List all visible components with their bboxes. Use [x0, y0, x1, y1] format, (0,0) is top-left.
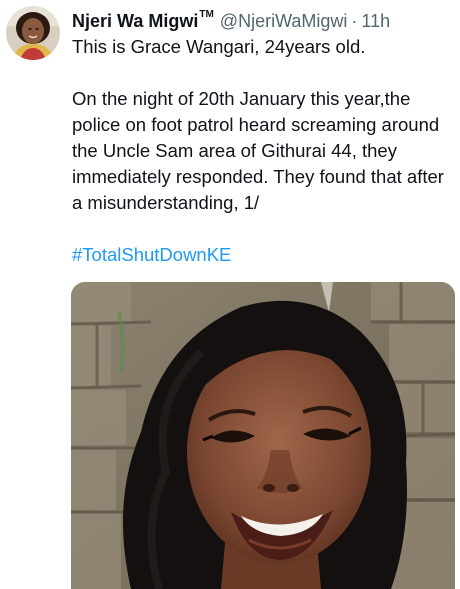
tweet-text-line1: This is Grace Wangari, 24years old.: [72, 36, 366, 57]
tweet-header: Njeri Wa MigwiTM @NjeriWaMigwi · 11h: [72, 8, 452, 34]
author-display-name[interactable]: Njeri Wa MigwiTM: [72, 8, 214, 34]
tweet-text: This is Grace Wangari, 24years old. On t…: [72, 34, 452, 268]
separator-dot: ·: [351, 11, 358, 31]
trademark-badge: TM: [199, 9, 214, 20]
avatar-photo: [6, 6, 60, 60]
hashtag-link[interactable]: #TotalShutDownKE: [72, 244, 231, 265]
author-handle[interactable]: @NjeriWaMigwi: [220, 8, 348, 34]
tweet-text-paragraph: On the night of 20th January this year,t…: [72, 88, 444, 213]
tweet-media-photo[interactable]: [71, 282, 455, 589]
tweet-timestamp[interactable]: 11h: [361, 8, 390, 34]
portrait-photo: [71, 282, 455, 589]
tweet[interactable]: Njeri Wa MigwiTM @NjeriWaMigwi · 11h Thi…: [0, 0, 460, 589]
author-avatar[interactable]: [6, 6, 60, 60]
